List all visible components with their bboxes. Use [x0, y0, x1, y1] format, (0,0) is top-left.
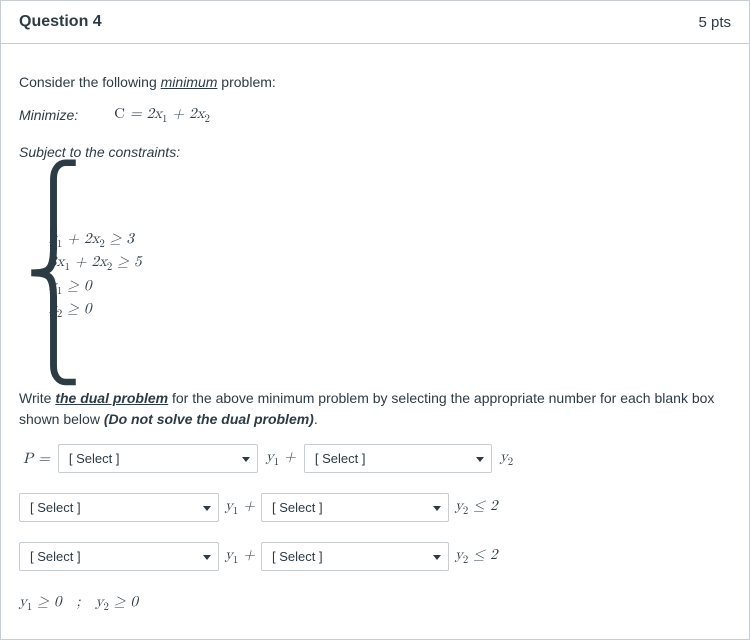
- y1-plus-label: y1 +: [225, 544, 255, 569]
- instr-bold: the dual problem: [55, 390, 168, 406]
- intro-line: Consider the following minimum problem:: [19, 72, 731, 93]
- dual-constraint-row-1: [ Select ] y1 + [ Select ] y2 ≤ 2: [19, 493, 731, 522]
- question-title: Question 4: [19, 13, 102, 31]
- minimize-label: Minimize:: [19, 105, 78, 126]
- objective-function: C = 2x1 + 2x2: [114, 103, 210, 128]
- select-c1-coef-y2[interactable]: [ Select ]: [261, 493, 449, 522]
- question-points: 5 pts: [698, 14, 731, 31]
- p-equals-label: P =: [23, 448, 50, 471]
- select-p-coef-y1[interactable]: [ Select ]: [58, 444, 258, 473]
- constraint-block: ⎧⎨⎩ x1 + 2x2 ≥ 3 3x1 + 2x2 ≥ 5 x1 ≥ 0 x2…: [25, 173, 731, 378]
- y2-le-2-label: y2 ≤ 2: [455, 495, 497, 520]
- intro-text-end: problem:: [217, 74, 275, 90]
- select-c2-coef-y1[interactable]: [ Select ]: [19, 542, 219, 571]
- instruction-line: Write the dual problem for the above min…: [19, 388, 731, 430]
- select-p-coef-y2[interactable]: [ Select ]: [304, 444, 492, 473]
- y1-plus-label: y1 +: [225, 495, 255, 520]
- intro-text-underline: minimum: [161, 74, 218, 90]
- question-card: Question 4 5 pts Consider the following …: [0, 0, 750, 640]
- objective-dual-row: P = [ Select ] y1 + [ Select ] y2: [19, 444, 731, 473]
- y2-label: y2: [500, 446, 513, 471]
- minimize-row: Minimize: C = 2x1 + 2x2: [19, 103, 731, 128]
- intro-text-pre: Consider the following: [19, 74, 161, 90]
- instr-bold2: (Do not solve the dual problem): [104, 411, 314, 427]
- subject-to-label: Subject to the constraints:: [19, 142, 731, 163]
- select-c2-coef-y2[interactable]: [ Select ]: [261, 542, 449, 571]
- brace-icon: ⎧⎨⎩: [25, 171, 43, 376]
- question-body: Consider the following minimum problem: …: [1, 44, 749, 639]
- question-header: Question 4 5 pts: [1, 1, 749, 44]
- instr-end: .: [314, 411, 318, 427]
- nonneg-row: y1 ≥ 0 ; y2 ≥ 0: [19, 591, 731, 616]
- dual-constraint-row-2: [ Select ] y1 + [ Select ] y2 ≤ 2: [19, 542, 731, 571]
- instr-pre: Write: [19, 390, 55, 406]
- select-c1-coef-y1[interactable]: [ Select ]: [19, 493, 219, 522]
- y2-le-2-label: y2 ≤ 2: [455, 544, 497, 569]
- y1-plus-label: y1 +: [266, 446, 296, 471]
